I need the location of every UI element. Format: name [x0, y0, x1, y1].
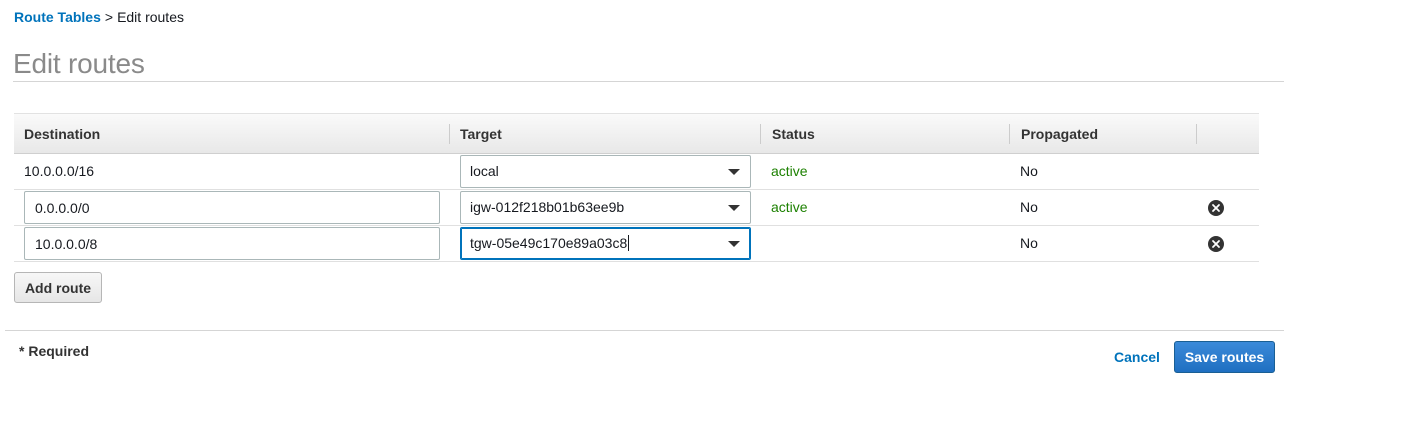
breadcrumb-separator: > — [104, 9, 114, 25]
cancel-button[interactable]: Cancel — [1114, 349, 1160, 365]
target-select[interactable]: igw-012f218b01b63ee9b — [460, 191, 751, 224]
add-route-button[interactable]: Add route — [14, 272, 102, 303]
target-select[interactable]: local — [460, 155, 751, 188]
remove-route-icon[interactable] — [1208, 236, 1224, 252]
propagated-value: No — [1020, 235, 1038, 251]
column-divider — [1196, 124, 1197, 144]
required-note: * Required — [19, 343, 90, 359]
propagated-value: No — [1020, 163, 1038, 179]
propagated-value: No — [1020, 199, 1038, 215]
caret-down-icon — [728, 205, 740, 211]
page-title: Edit routes — [13, 48, 145, 79]
remove-route-icon[interactable] — [1208, 200, 1224, 216]
status-badge: active — [771, 163, 808, 179]
footer-divider — [5, 330, 1284, 331]
routes-table: Destination Target Status Propagated 10.… — [14, 113, 1259, 262]
table-row: tgw-05e49c170e89a03c8 No — [14, 226, 1259, 262]
column-header-status: Status — [772, 126, 815, 142]
column-divider — [1009, 124, 1010, 144]
table-row: igw-012f218b01b63ee9b active No — [14, 190, 1259, 226]
target-select[interactable]: tgw-05e49c170e89a03c8 — [460, 227, 751, 260]
target-select-value: igw-012f218b01b63ee9b — [470, 199, 625, 215]
breadcrumb: Route Tables > Edit routes — [14, 9, 184, 25]
column-header-target: Target — [460, 126, 502, 142]
caret-down-icon — [728, 241, 740, 247]
caret-down-icon — [728, 169, 740, 175]
destination-input[interactable] — [24, 227, 440, 260]
destination-value: 10.0.0.0/16 — [24, 163, 95, 179]
breadcrumb-current: Edit routes — [117, 9, 184, 25]
target-select-value: local — [470, 163, 499, 179]
destination-input[interactable] — [24, 191, 440, 224]
column-header-destination: Destination — [24, 126, 101, 142]
breadcrumb-link-route-tables[interactable]: Route Tables — [14, 9, 101, 25]
save-routes-button[interactable]: Save routes — [1174, 341, 1275, 373]
target-select-value: tgw-05e49c170e89a03c8 — [470, 235, 628, 251]
text-cursor — [628, 235, 630, 251]
status-badge: active — [771, 199, 808, 215]
column-header-propagated: Propagated — [1021, 126, 1099, 142]
title-divider — [13, 81, 1284, 82]
table-row: 10.0.0.0/16 local active No — [14, 154, 1259, 190]
table-header: Destination Target Status Propagated — [14, 113, 1259, 154]
column-divider — [760, 124, 761, 144]
